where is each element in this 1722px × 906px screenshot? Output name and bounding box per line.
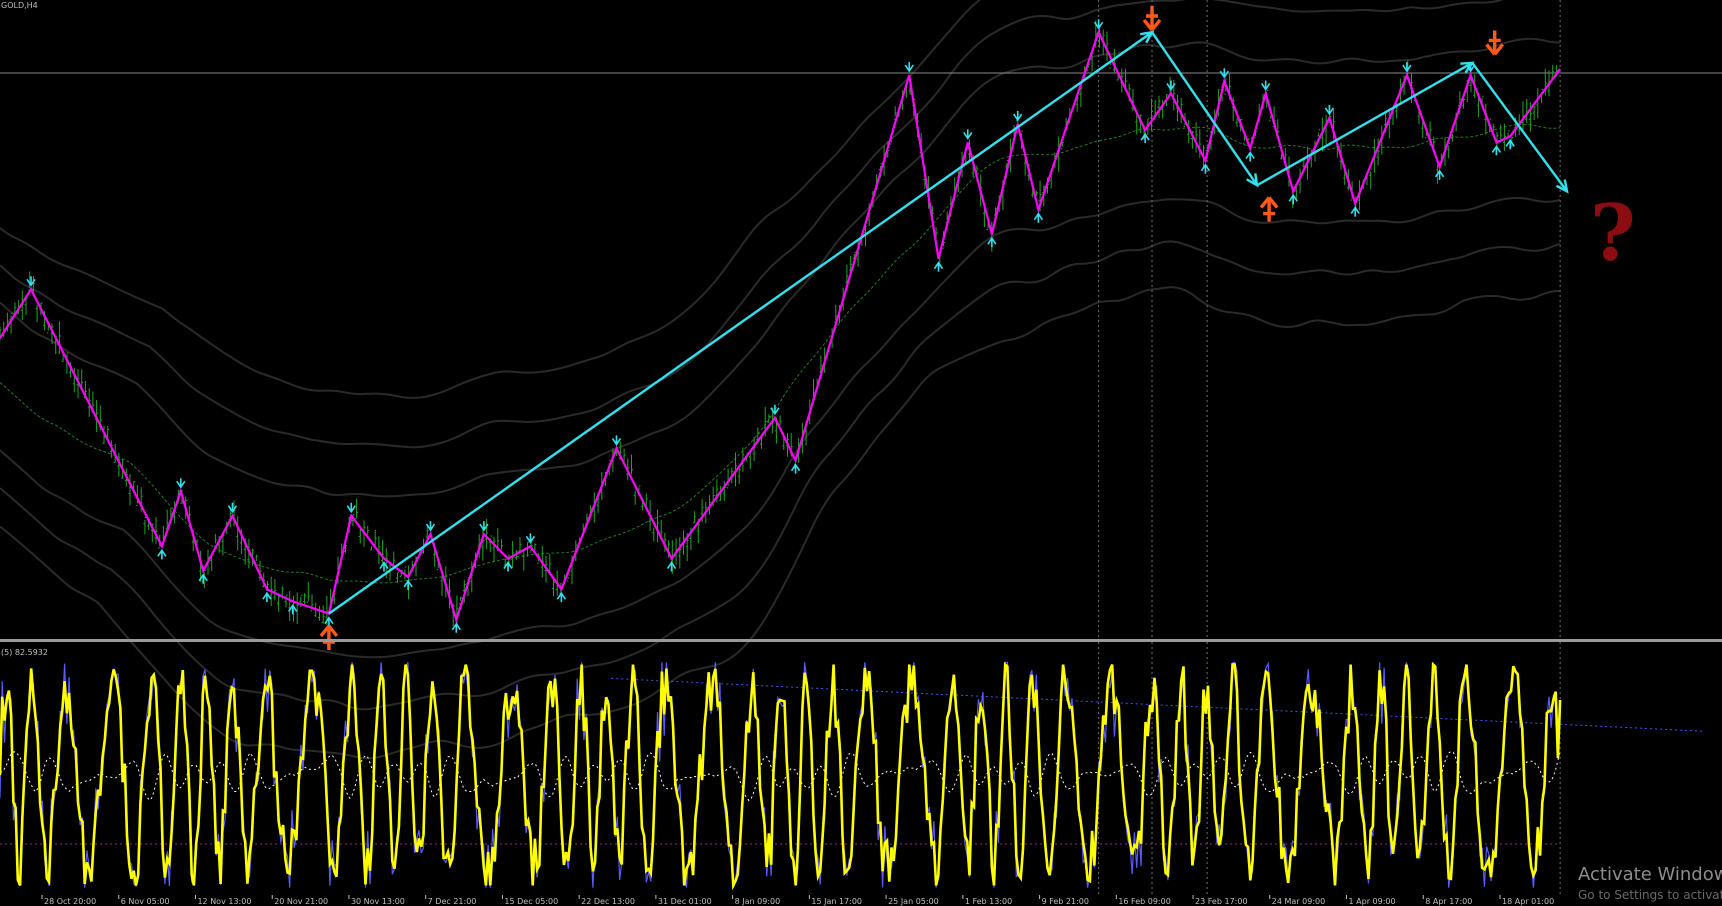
- time-axis-label: 8 Apr 17:00: [1425, 897, 1472, 906]
- activation-watermark-title: Activate Windows: [1578, 864, 1722, 885]
- time-axis-label: 1 Apr 09:00: [1349, 897, 1396, 906]
- time-axis-label: 16 Feb 09:00: [1118, 897, 1170, 906]
- time-axis-label: 18 Apr 01:00: [1502, 897, 1554, 906]
- time-axis-label: 28 Oct 20:00: [44, 897, 96, 906]
- time-axis-label: 6 Nov 05:00: [121, 897, 170, 906]
- time-axis-label: 20 Nov 21:00: [274, 897, 328, 906]
- time-axis-label: 15 Dec 05:00: [504, 897, 558, 906]
- time-axis-label: 24 Mar 09:00: [1272, 897, 1325, 906]
- time-axis-label: 8 Jan 09:00: [735, 897, 781, 906]
- question-mark: ?: [1590, 188, 1636, 279]
- price-chart[interactable]: GOLD,H4 ? (5) 82.5932 28 Oct 20:00 6 Nov …: [0, 0, 1722, 906]
- time-axis-label: 30 Nov 13:00: [351, 897, 405, 906]
- time-axis-label: 15 Jan 17:00: [811, 897, 862, 906]
- time-axis-label: 25 Jan 05:00: [888, 897, 939, 906]
- time-axis-label: 22 Dec 13:00: [581, 897, 635, 906]
- time-axis-label: 9 Feb 21:00: [1042, 897, 1089, 906]
- time-axis-label: 31 Dec 01:00: [658, 897, 712, 906]
- activation-watermark-text: Go to Settings to activate Windows.: [1578, 888, 1722, 902]
- time-axis-label: 23 Feb 17:00: [1195, 897, 1247, 906]
- time-axis-label: 12 Nov 13:00: [197, 897, 251, 906]
- window-title: GOLD,H4: [1, 1, 38, 10]
- time-axis-label: 1 Feb 13:00: [965, 897, 1012, 906]
- time-axis-label: 7 Dec 21:00: [428, 897, 477, 906]
- pane-separator[interactable]: [0, 639, 1722, 642]
- oscillator-label: (5) 82.5932: [1, 648, 48, 657]
